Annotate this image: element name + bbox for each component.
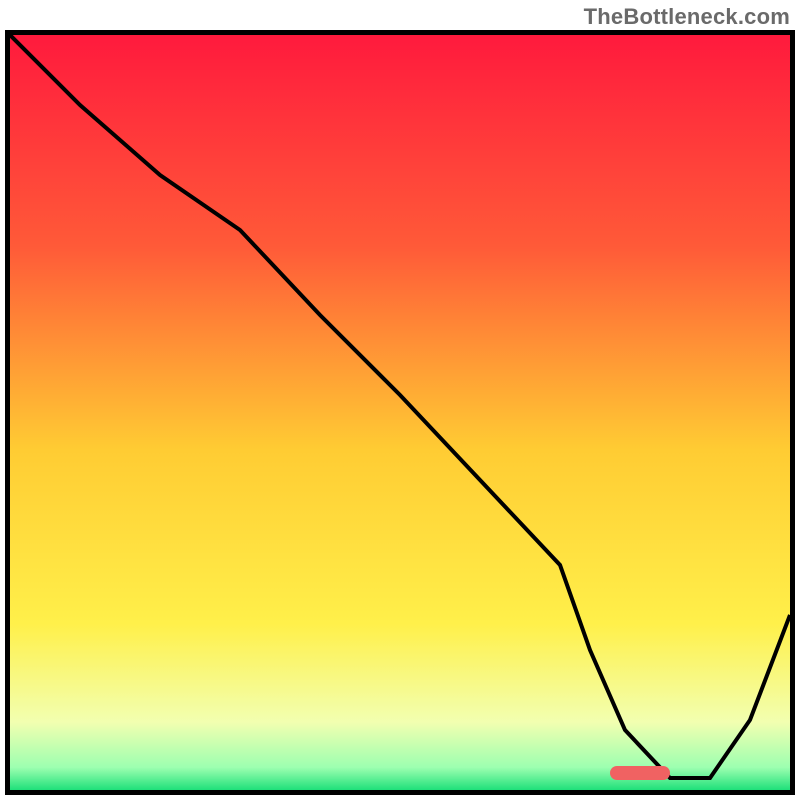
chart-container: TheBottleneck.com <box>0 0 800 800</box>
watermark-label: TheBottleneck.com <box>584 4 790 30</box>
curve-line <box>10 35 790 778</box>
optimum-marker <box>610 766 670 780</box>
bottleneck-curve <box>10 35 790 790</box>
plot-frame <box>5 30 795 795</box>
